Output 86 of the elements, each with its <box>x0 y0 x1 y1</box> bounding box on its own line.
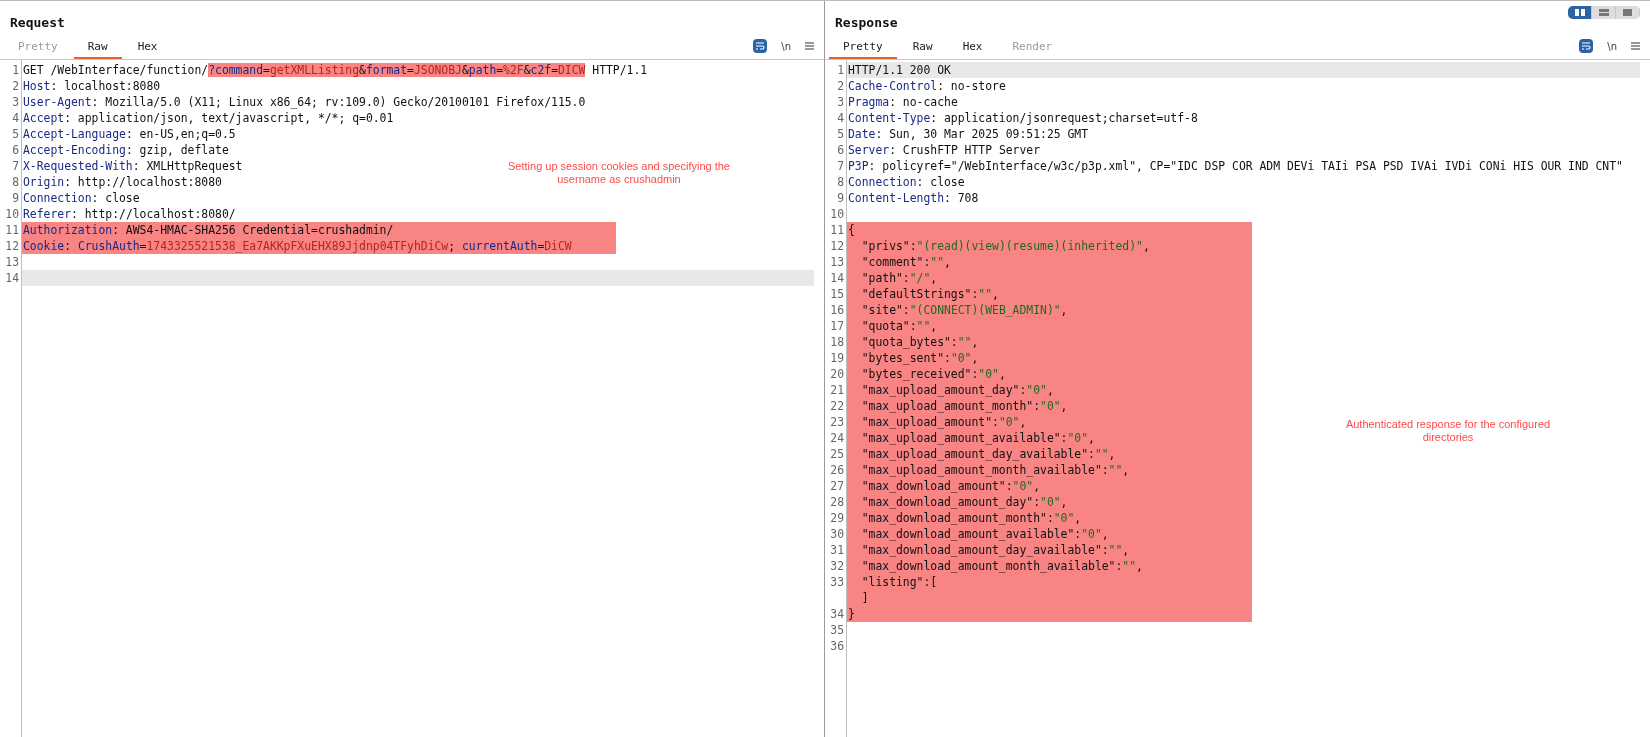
code-line: Referer: http://localhost:8080/ <box>22 206 236 222</box>
code-line: Accept: application/json, text/javascript, */*; q=0.01 <box>22 110 394 126</box>
line-number: 16 <box>829 302 845 318</box>
panel-title: Response <box>835 14 898 30</box>
line-number: 36 <box>829 638 845 654</box>
tab[interactable]: Hex <box>948 36 997 59</box>
newline-toggle[interactable]: \n <box>1607 40 1617 52</box>
code-line: Pragma: no-cache <box>847 94 958 110</box>
code-line: Connection: close <box>847 174 965 190</box>
line-number: 6 <box>11 142 20 158</box>
line-number: 34 <box>829 606 845 622</box>
line-number: 9 <box>11 190 20 206</box>
line-number: 18 <box>829 334 845 350</box>
line-number: 28 <box>829 494 845 510</box>
code-line: Server: CrushFTP HTTP Server <box>847 142 1041 158</box>
line-number: 11 <box>829 222 845 238</box>
code-line: Date: Sun, 30 Mar 2025 09:51:25 GMT <box>847 126 1089 142</box>
line-number: 29 <box>829 510 845 526</box>
line-number: 8 <box>11 174 20 190</box>
code-line: Accept-Encoding: gzip, deflate <box>22 142 229 158</box>
code-line: User-Agent: Mozilla/5.0 (X11; Linux x86_64; rv:109.0) Gecko/20100101 Firefox/115.0 <box>22 94 586 110</box>
split-view-icon <box>1574 9 1585 16</box>
code-line: Content-Type: application/jsonrequest;charset=utf-8 <box>847 110 1198 126</box>
line-number: 6 <box>836 142 845 158</box>
line-number: 14 <box>829 270 845 286</box>
line-number: 30 <box>829 526 845 542</box>
code-line: Host: localhost:8080 <box>22 78 161 94</box>
line-number: 12 <box>4 238 20 254</box>
line-number: 26 <box>829 462 845 478</box>
line-number: 2 <box>11 78 20 94</box>
code-line: Cache-Control: no-store <box>847 78 1006 94</box>
tab[interactable]: Pretty <box>829 36 897 59</box>
line-number: 3 <box>11 94 20 110</box>
line-number: 32 <box>829 558 845 574</box>
line-number: 19 <box>829 350 845 366</box>
stacked-view-icon <box>1598 9 1609 16</box>
line-number: 3 <box>836 94 845 110</box>
line-number: 9 <box>836 190 845 206</box>
line-number: 22 <box>829 398 845 414</box>
line-number: 10 <box>4 206 20 222</box>
line-number: 2 <box>836 78 845 94</box>
line-number: 12 <box>829 238 845 254</box>
code-line: Content-Length: 708 <box>847 190 979 206</box>
line-number: 23 <box>829 414 845 430</box>
layout-button[interactable] <box>1568 6 1592 19</box>
line-number: 10 <box>829 206 845 222</box>
tab[interactable]: Raw <box>73 36 122 59</box>
line-number: 4 <box>836 110 845 126</box>
line-number: 8 <box>836 174 845 190</box>
newline-toggle[interactable]: \n <box>781 40 791 52</box>
line-number: 27 <box>829 478 845 494</box>
line-number: 4 <box>11 110 20 126</box>
annotation-note: Setting up session cookies and specifying the username as crushadmin <box>507 160 731 186</box>
line-number: 21 <box>829 382 845 398</box>
tab[interactable]: Raw <box>898 36 947 59</box>
menu-icon[interactable] <box>1631 42 1640 50</box>
line-number: 25 <box>829 446 845 462</box>
wrap-lines-icon[interactable] <box>753 39 768 53</box>
line-number: 1 <box>11 62 20 78</box>
line-number: 31 <box>829 542 845 558</box>
tab[interactable]: Hex <box>123 36 172 59</box>
line-number: 13 <box>4 254 20 270</box>
annotation-note: Authenticated response for the configured directories <box>1344 418 1552 444</box>
line-number: 15 <box>829 286 845 302</box>
line-number: 33 <box>829 574 845 590</box>
line-number: 7 <box>11 158 20 174</box>
line-number: 35 <box>829 622 845 638</box>
code-line: Origin: http://localhost:8080 <box>22 174 222 190</box>
line-number: 20 <box>829 366 845 382</box>
line-number: 17 <box>829 318 845 334</box>
wrap-lines-icon[interactable] <box>1579 39 1594 53</box>
line-number: 5 <box>836 126 845 142</box>
line-number: 13 <box>829 254 845 270</box>
line-number: 5 <box>11 126 20 142</box>
code-line: P3P: policyref="/WebInterface/w3c/p3p.xml", CP="IDC DSP COR ADM DEVi TAIi PSA PSD IVAi IVDi CONi HIS OUR IND CNT" <box>847 158 1623 174</box>
code-line: Accept-Language: en-US,en;q=0.5 <box>22 126 236 142</box>
single-view-icon <box>1623 9 1632 16</box>
line-number: 24 <box>829 430 845 446</box>
line-number: 1 <box>836 62 845 78</box>
code-line: X-Requested-With: XMLHttpRequest <box>22 158 243 174</box>
code-line: Connection: close <box>22 190 140 206</box>
line-number: 7 <box>836 158 845 174</box>
line-number: 11 <box>4 222 20 238</box>
panel-title: Request <box>10 14 65 30</box>
menu-icon[interactable] <box>805 42 814 50</box>
line-number: 14 <box>4 270 20 286</box>
